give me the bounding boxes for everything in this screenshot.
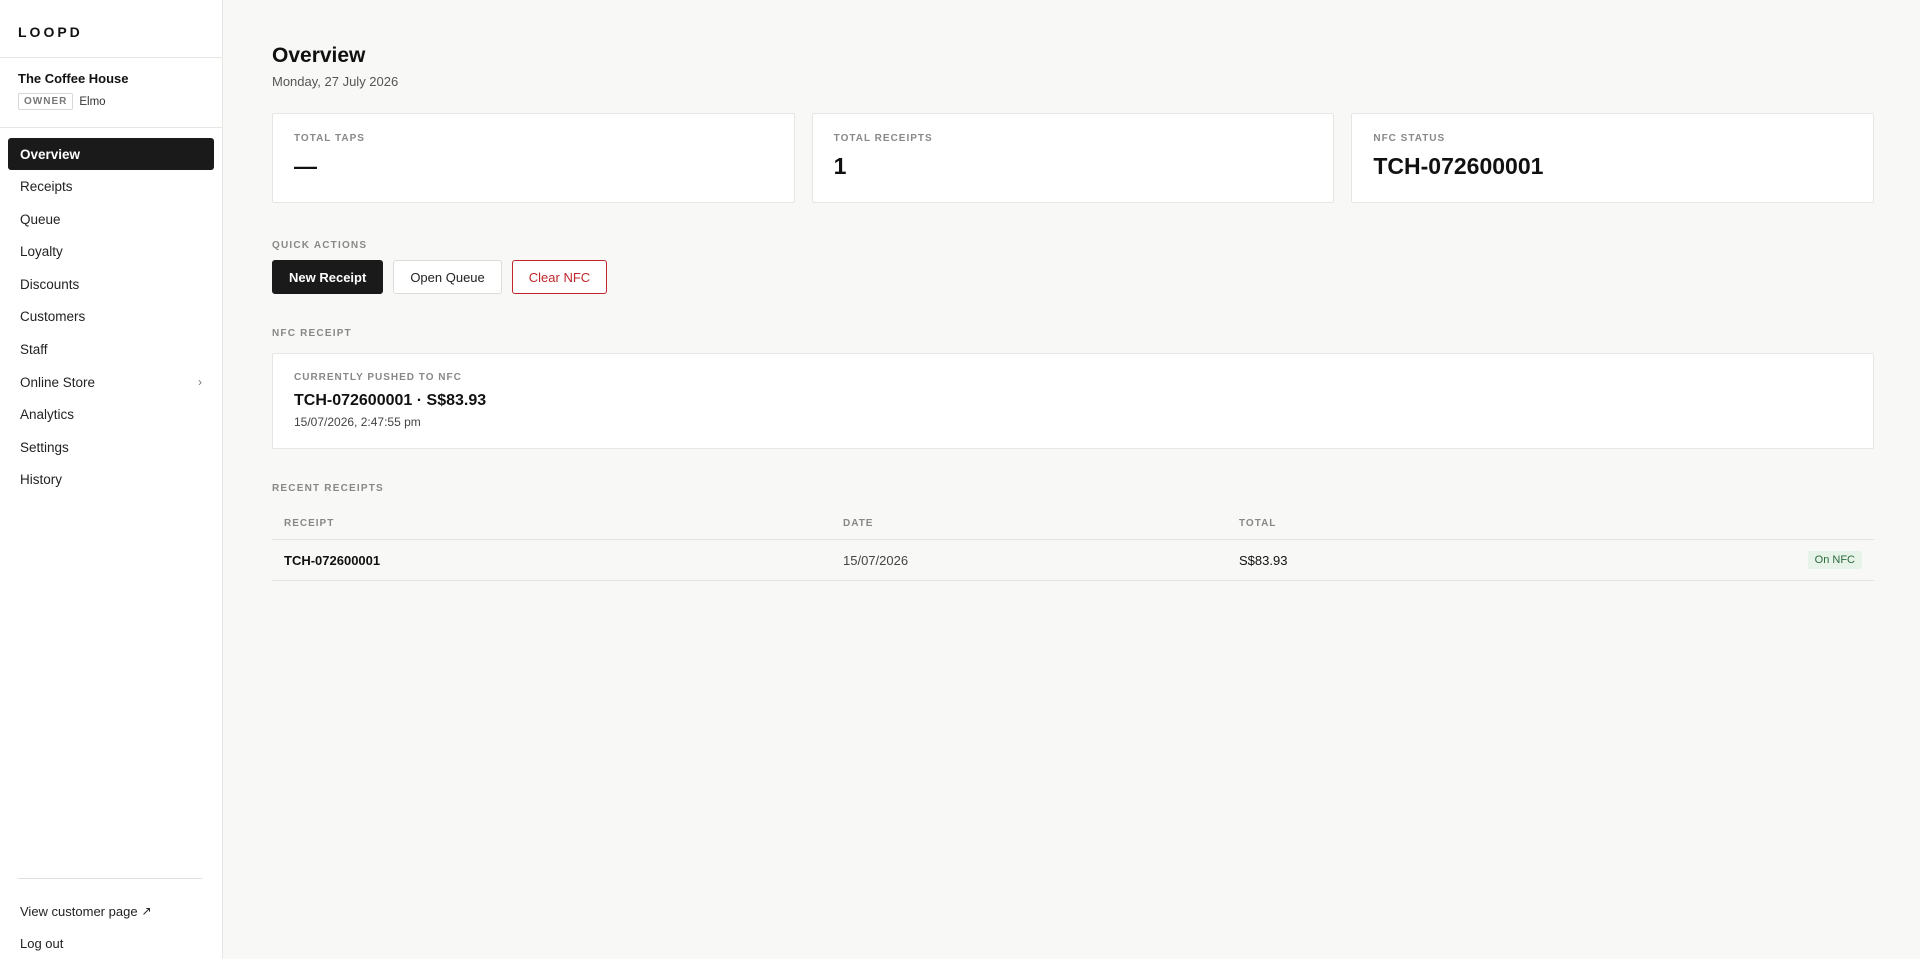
stat-label: TOTAL TAPS [294,133,365,144]
sidebar-item-label: Overview [20,146,81,162]
sidebar-item-customers[interactable]: Customers [8,301,214,333]
stat-card-nfc-status: NFC STATUS TCH-072600001 [1351,113,1875,203]
sidebar-item-label: History [20,472,63,488]
chevron-right-icon: › [198,375,202,390]
sidebar-item-label: Receipts [20,179,73,195]
sidebar-item-history[interactable]: History [8,464,214,496]
sidebar-item-label: Queue [20,211,61,227]
brand-logo[interactable]: LOOPD [0,0,222,58]
view-customer-page-link[interactable]: View customer page ↗ [18,895,202,927]
page-date: Monday, 27 July 2026 [272,74,399,89]
sidebar-footer: View customer page ↗ Log out [18,878,202,959]
receipt-total: S$83.93 [1239,552,1288,568]
store-meta: OWNER Elmo [18,93,204,110]
quick-actions-label: QUICK ACTIONS [272,240,368,251]
sidebar-item-label: Customers [20,309,86,325]
sidebar-item-label: Analytics [20,407,75,423]
receipt-date: 15/07/2026 [843,552,909,568]
clear-nfc-button[interactable]: Clear NFC [511,260,608,294]
main-content: Overview Monday, 27 July 2026 TOTAL TAPS… [223,0,1920,959]
open-queue-button[interactable]: Open Queue [393,260,502,294]
stats-row: TOTAL TAPS — TOTAL RECEIPTS 1 NFC STATUS… [272,113,1875,203]
stat-card-total-receipts: TOTAL RECEIPTS 1 [811,113,1335,203]
recent-receipts-table: RECEIPT DATE TOTAL TCH-072600001 15/07/2… [272,508,1874,581]
table-header: RECEIPT DATE TOTAL [272,508,1874,540]
quick-actions: New Receipt Open Queue Clear NFC [272,260,1874,294]
store-name: The Coffee House [18,71,129,86]
new-receipt-button[interactable]: New Receipt [272,260,384,294]
nfc-receipt-sublabel: CURRENTLY PUSHED TO NFC [294,372,462,383]
receipt-id: TCH-072600001 [284,552,381,568]
stat-value: TCH-072600001 [1373,153,1544,179]
status-badge: On NFC [1807,551,1862,569]
stat-card-total-taps: TOTAL TAPS — [272,113,795,203]
external-link-icon: ↗ [141,904,152,918]
sidebar-item-online-store[interactable]: Online Store › [8,366,214,398]
stat-label: NFC STATUS [1373,133,1446,144]
sidebar-item-staff[interactable]: Staff [8,334,214,366]
role-badge: OWNER [18,93,74,110]
sidebar-item-overview[interactable]: Overview [8,138,214,170]
table-row[interactable]: TCH-072600001 15/07/2026 S$83.93 On NFC [272,540,1874,581]
view-customer-page-label: View customer page [20,903,138,919]
sidebar-item-label: Settings [20,439,69,455]
page-title: Overview [272,44,366,67]
stat-value: 1 [833,153,847,179]
sidebar-item-loyalty[interactable]: Loyalty [8,236,214,268]
store-info: The Coffee House OWNER Elmo [0,58,222,128]
nfc-receipt-timestamp: 15/07/2026, 2:47:55 pm [294,415,421,429]
sidebar-item-label: Discounts [20,276,80,292]
sidebar-item-receipts[interactable]: Receipts [8,171,214,203]
logout-link[interactable]: Log out [18,927,202,959]
sidebar-item-queue[interactable]: Queue [8,203,214,235]
sidebar-item-label: Online Store [20,374,96,390]
sidebar-item-discounts[interactable]: Discounts [8,268,214,300]
column-header-total: TOTAL [1239,518,1277,529]
sidebar-item-settings[interactable]: Settings [8,431,214,463]
column-header-date: DATE [843,518,874,529]
recent-receipts-label: RECENT RECEIPTS [272,483,384,494]
column-header-receipt: RECEIPT [284,518,335,529]
sidebar-item-label: Loyalty [20,244,63,260]
nfc-receipt-summary: TCH-072600001 · S$83.93 [294,392,487,409]
sidebar: LOOPD The Coffee House OWNER Elmo Overvi… [0,0,223,959]
sidebar-item-label: Staff [20,342,48,358]
sidebar-item-analytics[interactable]: Analytics [8,399,214,431]
user-name: Elmo [79,95,106,108]
stat-label: TOTAL RECEIPTS [833,133,933,144]
nfc-receipt-label: NFC RECEIPT [272,328,352,339]
nfc-receipt-card: CURRENTLY PUSHED TO NFC TCH-072600001 · … [272,353,1874,449]
sidebar-nav: Overview Receipts Queue Loyalty Discount… [0,128,222,497]
stat-value: — [294,153,317,179]
